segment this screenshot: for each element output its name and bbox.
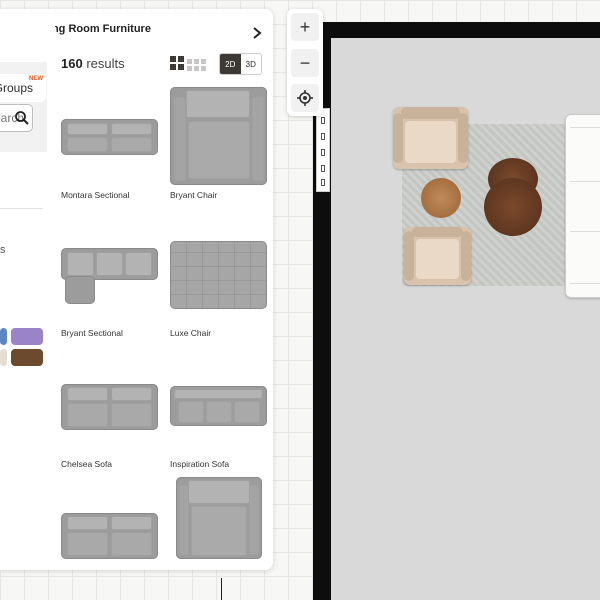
- view-2d-button[interactable]: 2D: [220, 54, 241, 74]
- view-toggle: 2D 3D: [219, 53, 262, 75]
- crosshair-icon: [297, 90, 313, 106]
- panel-title: Living Room Furniture: [55, 23, 151, 35]
- product-thumbnail: [170, 386, 267, 426]
- product-name: Inspiration Sofa: [170, 459, 230, 469]
- door[interactable]: [316, 108, 330, 192]
- product-thumbnail: [61, 119, 158, 155]
- grid-small-icon[interactable]: [187, 58, 207, 72]
- product-thumbnail: [170, 87, 267, 185]
- wall-top: [313, 22, 600, 38]
- plan-line: [221, 578, 222, 600]
- product-thumbnail: [61, 384, 158, 430]
- product-card[interactable]: Bryant Sectional: [61, 233, 161, 343]
- color-swatch-blue[interactable]: [0, 328, 7, 345]
- view-3d-button[interactable]: 3D: [241, 54, 262, 74]
- plus-icon: +: [299, 16, 311, 37]
- filter-label: s: [0, 244, 6, 256]
- product-thumbnail: [170, 241, 267, 309]
- chevron-right-icon[interactable]: [251, 26, 263, 40]
- product-card[interactable]: [176, 477, 266, 567]
- armchair-top[interactable]: [393, 107, 468, 169]
- filter-divider: [0, 208, 43, 209]
- product-name: Montara Sectional: [61, 190, 130, 200]
- new-badge: NEW: [29, 76, 43, 82]
- color-swatch-cream[interactable]: [0, 349, 7, 366]
- product-thumbnail: [61, 248, 158, 304]
- color-swatch-brown[interactable]: [11, 349, 43, 366]
- product-card[interactable]: Chelsea Sofa: [61, 369, 161, 479]
- zoom-out-button[interactable]: −: [291, 49, 319, 77]
- color-swatch-purple[interactable]: [11, 328, 43, 345]
- product-thumbnail: [61, 513, 158, 559]
- recenter-button[interactable]: [291, 84, 319, 112]
- groups-button[interactable]: Groups NEW: [0, 74, 46, 102]
- product-name: Luxe Chair: [170, 328, 212, 338]
- minus-icon: −: [299, 52, 311, 73]
- product-card[interactable]: Montara Sectional: [61, 87, 161, 207]
- product-name: Bryant Chair: [170, 190, 218, 200]
- armchair-bottom[interactable]: [404, 227, 471, 285]
- product-card[interactable]: [61, 503, 161, 563]
- product-card[interactable]: Luxe Chair: [170, 233, 270, 343]
- search-icon[interactable]: [14, 110, 30, 126]
- side-table[interactable]: [421, 178, 461, 218]
- coffee-table-large[interactable]: [484, 178, 542, 236]
- map-controls: + −: [287, 9, 323, 116]
- results-count: 160 results: [61, 56, 125, 71]
- product-name: Chelsea Sofa: [61, 459, 113, 469]
- product-card[interactable]: Bryant Chair: [170, 87, 270, 207]
- grid-large-icon[interactable]: [167, 56, 187, 70]
- product-thumbnail: [176, 477, 262, 559]
- furniture-panel: Groups NEW Search furniture s Living Roo…: [0, 9, 273, 570]
- zoom-in-button[interactable]: +: [291, 13, 319, 41]
- product-name: Bryant Sectional: [61, 328, 123, 338]
- product-card[interactable]: Inspiration Sofa: [170, 369, 270, 479]
- sofa-white[interactable]: [565, 114, 600, 298]
